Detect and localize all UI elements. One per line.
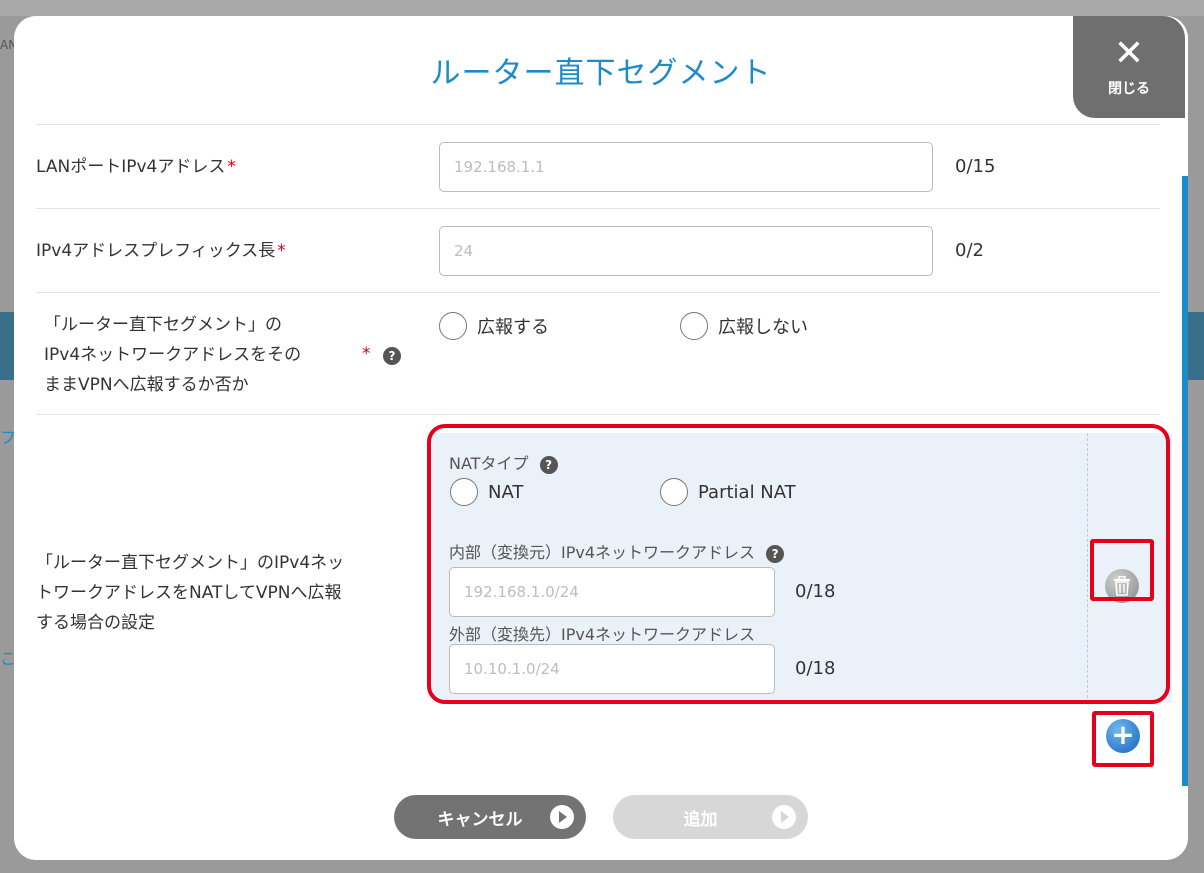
background-stripe-right bbox=[1188, 312, 1204, 380]
nat-label-line: する場合の設定 bbox=[36, 613, 155, 633]
advertise-label-line: 「ルーター直下セグメント」の bbox=[44, 315, 282, 335]
background-stripe-left bbox=[0, 312, 14, 380]
nat-label-line: トワークアドレスをNATしてVPNへ広報 bbox=[36, 583, 342, 603]
play-circle-icon bbox=[550, 805, 574, 829]
divider bbox=[36, 124, 1160, 125]
prefix-label: IPv4アドレスプレフィックス長 * bbox=[36, 236, 286, 266]
segment-modal: ルーター直下セグメント LANポートIPv4アドレス* 0/15 IPv4アドレ… bbox=[14, 16, 1188, 860]
required-mark: * bbox=[362, 344, 371, 364]
divider bbox=[36, 292, 1160, 293]
highlight-box-delete bbox=[1090, 539, 1154, 601]
nat-label-line: 「ルーター直下セグメント」のIPv4ネッ bbox=[36, 553, 345, 573]
cancel-button-label: キャンセル bbox=[437, 809, 523, 830]
advertise-no-radio[interactable]: 広報しない bbox=[680, 312, 808, 340]
radio-label: 広報しない bbox=[718, 317, 808, 338]
required-mark: * bbox=[227, 157, 236, 177]
add-button[interactable]: 追加 bbox=[613, 795, 808, 839]
prefix-input[interactable] bbox=[439, 226, 933, 276]
divider bbox=[36, 414, 1160, 415]
advertise-label-line: ままVPNへ広報するか否か bbox=[44, 375, 249, 395]
scrollbar[interactable] bbox=[1182, 176, 1188, 786]
advertise-yes-radio[interactable]: 広報する bbox=[439, 312, 549, 340]
radio-label: 広報する bbox=[477, 317, 549, 338]
prefix-counter: 0/2 bbox=[955, 240, 984, 261]
nat-label: 「ルーター直下セグメント」のIPv4ネッ トワークアドレスをNATしてVPNへ広… bbox=[36, 548, 344, 638]
background-page bbox=[0, 0, 1204, 16]
play-circle-icon bbox=[772, 805, 796, 829]
close-button[interactable]: ✕ 閉じる bbox=[1073, 16, 1185, 118]
lan-ip-label-text: LANポートIPv4アドレス bbox=[36, 157, 226, 177]
modal-title: ルーター直下セグメント bbox=[430, 56, 772, 91]
close-icon: ✕ bbox=[1113, 33, 1145, 74]
lan-ip-input[interactable] bbox=[439, 142, 933, 192]
close-button-label: 閉じる bbox=[1108, 81, 1150, 97]
radio-circle-icon bbox=[680, 312, 708, 340]
advertise-label: 「ルーター直下セグメント」の IPv4ネットワークアドレスをその ままVPNへ広… bbox=[44, 310, 301, 400]
divider bbox=[36, 208, 1160, 209]
lan-ip-label: LANポートIPv4アドレス * bbox=[36, 152, 236, 182]
advertise-label-line: IPv4ネットワークアドレスをその bbox=[44, 345, 302, 365]
required-mark: * bbox=[277, 241, 286, 261]
radio-circle-icon bbox=[439, 312, 467, 340]
prefix-label-text: IPv4アドレスプレフィックス長 bbox=[36, 241, 276, 261]
highlight-box-nat bbox=[427, 424, 1170, 704]
cancel-button[interactable]: キャンセル bbox=[394, 795, 586, 839]
help-icon[interactable]: ? bbox=[383, 347, 401, 365]
add-button-label: 追加 bbox=[683, 809, 718, 830]
lan-ip-counter: 0/15 bbox=[955, 156, 996, 177]
highlight-box-add bbox=[1092, 711, 1154, 767]
